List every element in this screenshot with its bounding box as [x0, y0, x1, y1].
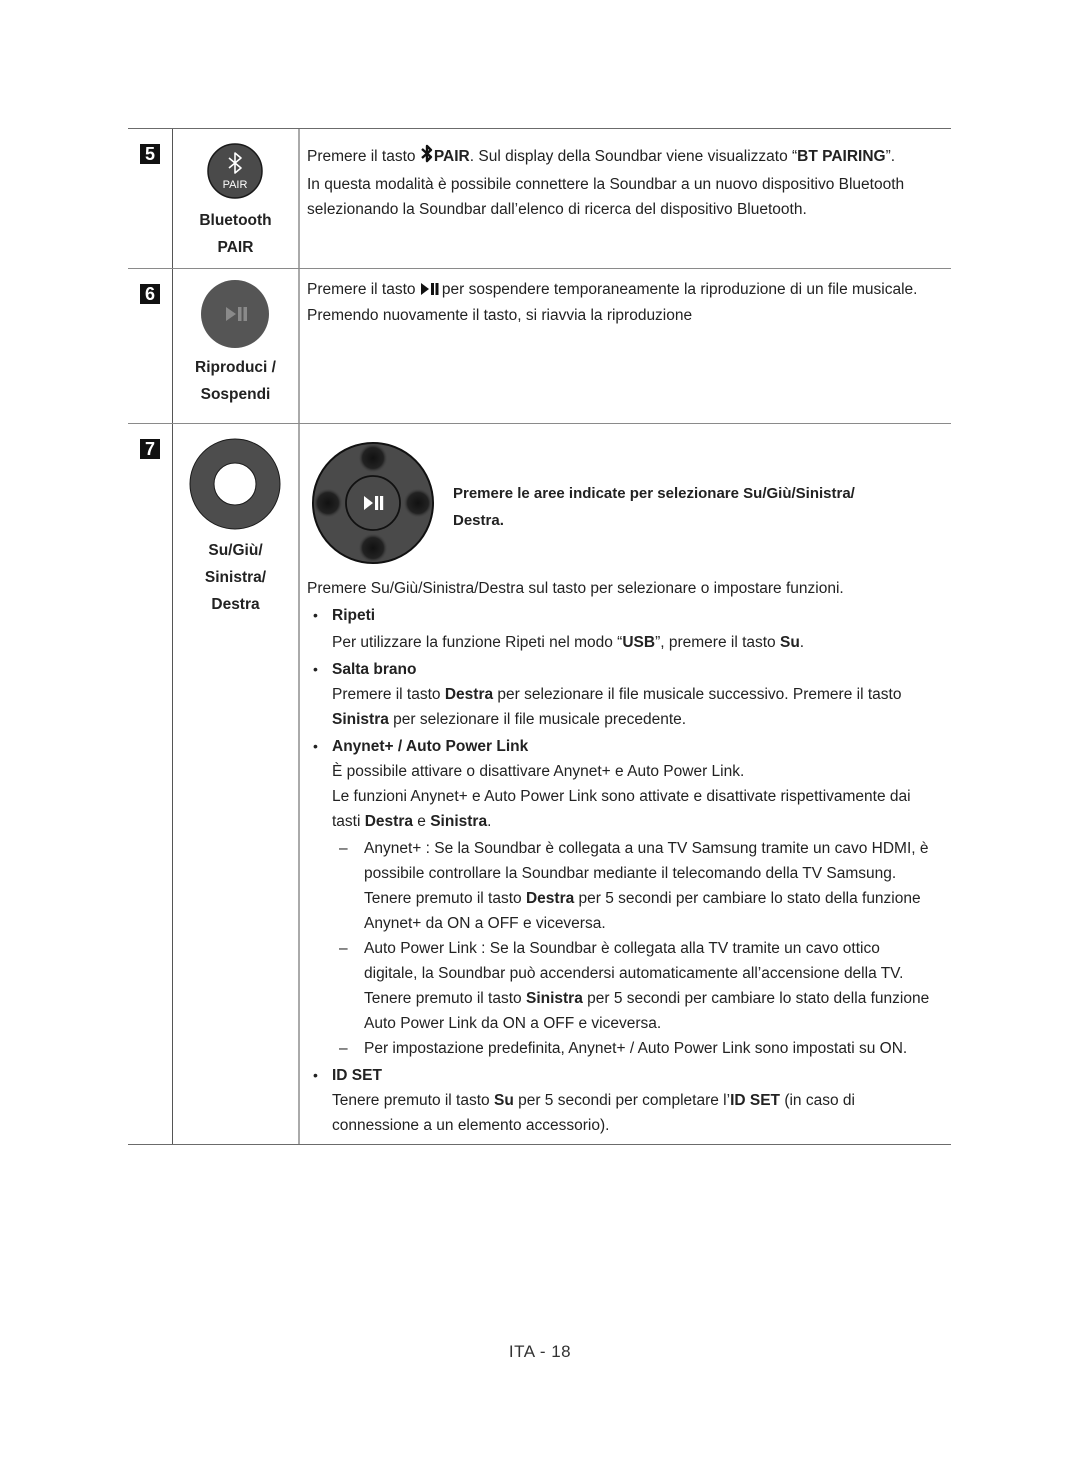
bullet-text: Tenere premuto il tasto Su per 5 secondi…: [332, 1092, 855, 1109]
dash-mark: –: [339, 1040, 348, 1057]
bullet-text: Premere il tasto Destra per selezionare …: [332, 686, 902, 703]
bullet-title: ID SET: [332, 1067, 382, 1084]
sub-item-text: Tenere premuto il tasto Destra per 5 sec…: [364, 890, 921, 907]
bullet-text: Le funzioni Anynet+ e Auto Power Link so…: [332, 788, 911, 805]
sub-item-anynet: – Anynet+ : Se la Soundbar è collegata a…: [307, 836, 951, 936]
table-row-play-pause: 6 Riproduci / Sospendi Premere il tasto …: [128, 269, 951, 424]
play-pause-icon: [201, 280, 269, 348]
row-description: Premere il tasto per sospendere temporan…: [300, 269, 951, 423]
sub-item-text: Auto Power Link : Se la Soundbar è colle…: [364, 940, 880, 957]
pad-caption-line: Destra.: [453, 512, 504, 529]
sub-item-text: Tenere premuto il tasto Sinistra per 5 s…: [364, 990, 930, 1007]
row-icon-cell: Su/Giù/ Sinistra/ Destra: [173, 424, 300, 1144]
desc-line: Premere il tasto per sospendere temporan…: [307, 277, 951, 303]
right-zone: [403, 488, 433, 518]
dash-mark: –: [339, 940, 348, 957]
bullet-dot: •: [313, 661, 318, 677]
desc-line: In questa modalità è possibile connetter…: [307, 176, 905, 193]
button-function-table: 5 PAIR Bluetooth PAIR Premere il tasto P…: [128, 128, 951, 1145]
sub-item-text: Anynet+ : Se la Soundbar è collegata a u…: [364, 840, 929, 857]
svg-text:PAIR: PAIR: [223, 179, 248, 191]
bullet-dot: •: [313, 607, 318, 623]
row-description: Premere le aree indicate per selezionare…: [300, 424, 951, 1144]
bullet-id-set: • ID SET: [307, 1063, 951, 1088]
sub-item-text: digitale, la Soundbar può accendersi aut…: [364, 965, 904, 982]
sub-item-text: Auto Power Link da ON a OFF e viceversa.: [364, 1015, 662, 1032]
down-zone: [358, 533, 388, 563]
bullet-anynet: • Anynet+ / Auto Power Link: [307, 734, 951, 759]
left-zone: [313, 488, 343, 518]
bullet-dot: •: [313, 738, 318, 754]
bullet-title: Anynet+ / Auto Power Link: [332, 738, 529, 755]
sub-item-text: possibile controllare la Soundbar median…: [364, 865, 897, 882]
bullet-text: Per utilizzare la funzione Ripeti nel mo…: [332, 634, 805, 651]
row-number-badge: 7: [140, 439, 160, 459]
icon-label-line2: Sinistra/: [204, 569, 267, 586]
icon-label-line2: PAIR: [217, 239, 254, 256]
row-number-cell: 7: [128, 424, 173, 1144]
bullet-text: È possibile attivare o disattivare Anyne…: [332, 763, 745, 780]
intro-text: Premere Su/Giù/Sinistra/Destra sul tasto…: [307, 580, 844, 597]
icon-label-line2: Sospendi: [200, 386, 271, 403]
sub-item-auto-power-link: – Auto Power Link : Se la Soundbar è col…: [307, 936, 951, 1036]
table-row-direction: 7 Su/Giù/ Sinistra/ Destra Premere le ar…: [128, 424, 951, 1144]
row-number-badge: 6: [140, 284, 160, 304]
bullet-title: Salta brano: [332, 661, 417, 678]
row-icon-cell: Riproduci / Sospendi: [173, 269, 300, 423]
up-zone: [358, 443, 388, 473]
icon-label-line1: Riproduci /: [195, 359, 276, 376]
pad-caption-line: Premere le aree indicate per selezionare…: [453, 485, 855, 502]
sub-item-text: Anynet+ da ON a OFF e viceversa.: [364, 915, 606, 932]
sub-item-text: Per impostazione predefinita, Anynet+ / …: [364, 1040, 908, 1057]
row-number-badge: 5: [140, 144, 160, 164]
bullet-title: Ripeti: [332, 607, 376, 624]
bullet-text: tasti Destra e Sinistra.: [332, 813, 492, 830]
bullet-ripeti: • Ripeti: [307, 603, 951, 628]
bullet-salta-brano: • Salta brano: [307, 657, 951, 682]
row-number-cell: 6: [128, 269, 173, 423]
table-row-bluetooth-pair: 5 PAIR Bluetooth PAIR Premere il tasto P…: [128, 129, 951, 269]
bluetooth-icon: [420, 144, 434, 172]
desc-line: Premendo nuovamente il tasto, si riavvia…: [307, 307, 693, 324]
icon-label-line3: Destra: [211, 596, 260, 613]
play-pause-glyph: [420, 278, 442, 303]
row-icon-cell: PAIR Bluetooth PAIR: [173, 129, 300, 268]
direction-pad-diagram: [312, 442, 434, 564]
sub-item-default: – Per impostazione predefinita, Anynet+ …: [307, 1036, 951, 1061]
bluetooth-pair-icon: PAIR: [207, 143, 263, 199]
desc-line: Premere il tasto PAIR. Sul display della…: [307, 144, 951, 172]
bullet-text: connessione a un elemento accessorio).: [332, 1117, 610, 1134]
row-number-cell: 5: [128, 129, 173, 268]
page-number: ITA - 18: [508, 1342, 572, 1361]
bullet-text: Sinistra per selezionare il file musical…: [332, 711, 687, 728]
bullet-dot: •: [313, 1067, 318, 1083]
desc-line: selezionando la Soundbar dall’elenco di …: [307, 201, 807, 218]
direction-ring-icon: [189, 438, 281, 530]
dash-mark: –: [339, 840, 348, 857]
icon-label-line1: Bluetooth: [199, 212, 272, 229]
icon-label-line1: Su/Giù/: [208, 542, 263, 559]
row-description: Premere il tasto PAIR. Sul display della…: [300, 129, 951, 268]
